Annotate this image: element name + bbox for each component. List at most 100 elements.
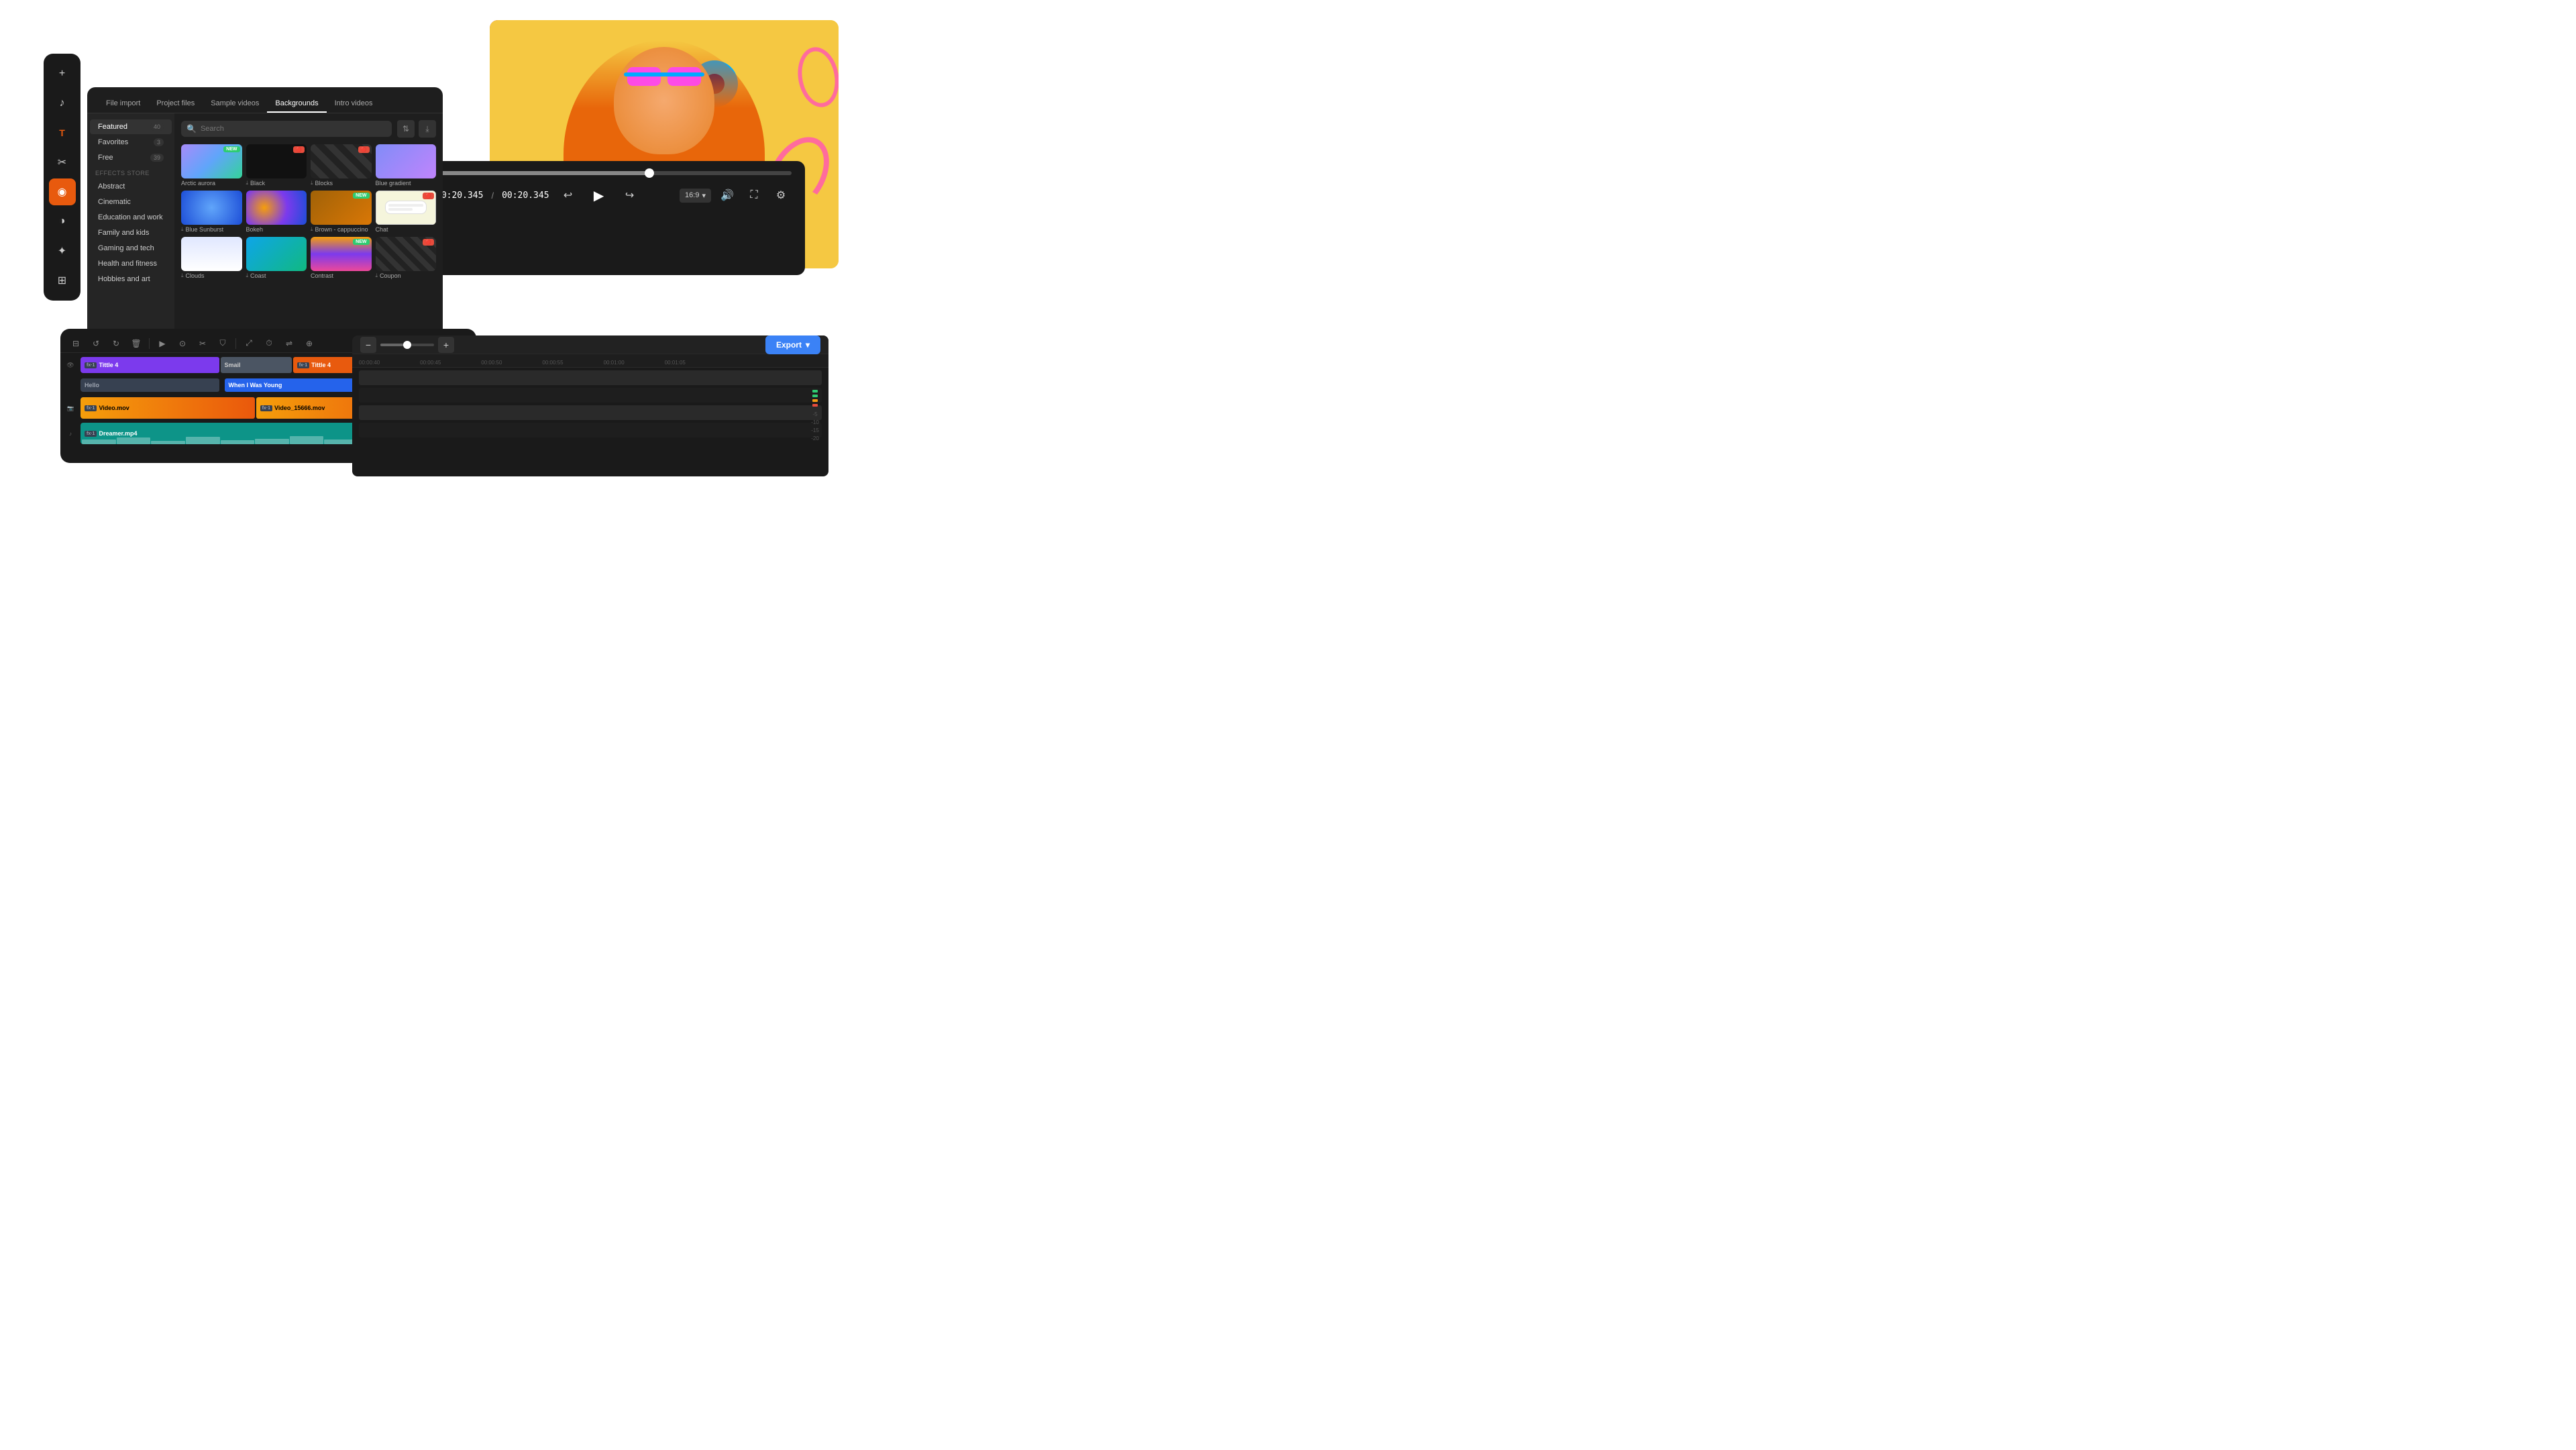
search-input[interactable] xyxy=(201,125,386,133)
grid-button[interactable]: ⊞ xyxy=(49,267,76,294)
category-gaming[interactable]: Gaming and tech xyxy=(90,241,172,256)
bg-item-bokeh-thumb[interactable] xyxy=(246,191,307,225)
bg-item-brown[interactable]: NEW ⤓ Brown - cappuccino xyxy=(311,191,372,233)
bg-item-clouds[interactable]: ⤓ Clouds xyxy=(181,237,242,279)
bg-item-chat[interactable]: 🔴 Chat xyxy=(376,191,437,233)
video-progress-bar[interactable] xyxy=(436,171,792,175)
bg-item-arctic-thumb[interactable]: NEW xyxy=(181,144,242,178)
category-featured[interactable]: Featured 40 xyxy=(90,119,172,134)
tl-play-button[interactable]: ▶ xyxy=(155,336,170,351)
tl-shield-button[interactable]: ⛉ xyxy=(215,336,230,351)
bg-item-contrast[interactable]: NEW Contrast xyxy=(311,237,372,279)
main-track-2[interactable] xyxy=(359,388,822,403)
aspect-ratio-button[interactable]: 16:9 ▾ xyxy=(680,189,711,203)
main-track-4[interactable] xyxy=(359,423,822,437)
bg-item-blocks[interactable]: 🔴 ⤓ Blocks xyxy=(311,144,372,187)
category-favorites[interactable]: Favorites 3 xyxy=(90,135,172,150)
category-family[interactable]: Family and kids xyxy=(90,225,172,240)
main-track-3[interactable] xyxy=(359,405,822,420)
brush-button[interactable]: ◉ xyxy=(49,178,76,205)
magic-button[interactable]: ✦ xyxy=(49,238,76,264)
tab-project-files[interactable]: Project files xyxy=(148,95,203,113)
clip-title-4-1[interactable]: fx·1 Tittle 4 xyxy=(80,357,219,373)
timeline-ruler: 00:00:40 00:00:45 00:00:50 00:00:55 00:0… xyxy=(352,354,828,368)
rewind-icon: ↩ xyxy=(564,189,572,202)
fullscreen-button[interactable]: ⛶ xyxy=(743,185,765,206)
tab-intro-videos[interactable]: Intro videos xyxy=(327,95,381,113)
effects-button[interactable]: ✂ xyxy=(49,149,76,176)
bg-item-blue-gradient[interactable]: Blue gradient xyxy=(376,144,437,187)
category-abstract[interactable]: Abstract xyxy=(90,179,172,194)
bg-item-coupon-thumb[interactable]: 🔴 xyxy=(376,237,437,271)
volume-button[interactable]: 🔊 xyxy=(716,185,738,206)
play-button[interactable]: ▶ xyxy=(587,183,611,207)
text-button[interactable]: T xyxy=(49,119,76,146)
track-3-eye-icon[interactable]: 📷 xyxy=(67,405,74,411)
tl-loop-button[interactable]: ⊙ xyxy=(175,336,190,351)
bg-item-black-thumb[interactable]: 🔴 xyxy=(246,144,307,178)
bg-item-coast-thumb[interactable] xyxy=(246,237,307,271)
tl-redo-button[interactable]: ↻ xyxy=(109,336,123,351)
search-input-wrap[interactable]: 🔍 xyxy=(181,121,392,137)
bg-item-blue-gradient-thumb[interactable] xyxy=(376,144,437,178)
zoom-out-button[interactable]: − xyxy=(360,337,376,353)
tl-filter-button[interactable]: ⊟ xyxy=(68,336,83,351)
tab-backgrounds[interactable]: Backgrounds xyxy=(267,95,326,113)
bg-item-blue-sunburst-label: ⤓ Blue Sunburst xyxy=(181,226,242,233)
category-cinematic[interactable]: Cinematic xyxy=(90,195,172,209)
tl-clock2-button[interactable]: ⏱ xyxy=(262,336,276,351)
vol-meter-1 xyxy=(812,390,818,393)
sort-button[interactable]: ⇅ xyxy=(397,120,415,138)
category-health[interactable]: Health and fitness xyxy=(90,256,172,271)
tl-separator-2 xyxy=(235,338,236,349)
bg-item-chat-label: Chat xyxy=(376,226,437,233)
clip-hello[interactable]: Hello xyxy=(80,378,219,392)
clip-smail[interactable]: Smail xyxy=(221,357,292,373)
tl-resize-button[interactable]: ⤢ xyxy=(241,336,256,351)
main-track-1[interactable] xyxy=(359,370,822,385)
video-progress-thumb[interactable] xyxy=(645,168,654,178)
tl-delete-button[interactable]: 🗑 xyxy=(129,336,144,351)
export-button[interactable]: Export ▾ xyxy=(765,335,820,354)
bg-item-blue-sunburst-thumb[interactable] xyxy=(181,191,242,225)
download-button[interactable]: ⤓ xyxy=(419,120,436,138)
bg-item-bokeh[interactable]: Bokeh xyxy=(246,191,307,233)
tab-sample-videos[interactable]: Sample videos xyxy=(203,95,267,113)
track-1-eye-icon[interactable]: 👁 xyxy=(66,362,74,369)
tl-link-button[interactable]: ⇌ xyxy=(282,336,297,351)
forward-button[interactable]: ↪ xyxy=(619,185,641,206)
category-featured-label: Featured xyxy=(98,123,127,131)
bg-item-chat-thumb[interactable]: 🔴 xyxy=(376,191,437,225)
music-button[interactable]: ♪ xyxy=(49,90,76,117)
vol-label-3: -15 xyxy=(811,427,819,433)
zoom-in-button[interactable]: + xyxy=(438,337,454,353)
bg-item-clouds-thumb[interactable] xyxy=(181,237,242,271)
settings-button[interactable]: ⚙ xyxy=(770,185,792,206)
bg-item-blocks-thumb[interactable]: 🔴 xyxy=(311,144,372,178)
rewind-button[interactable]: ↩ xyxy=(557,185,579,206)
tl-cut-button[interactable]: ✂ xyxy=(195,336,210,351)
tab-file-import[interactable]: File import xyxy=(98,95,148,113)
bg-item-blue-sunburst[interactable]: ⤓ Blue Sunburst xyxy=(181,191,242,233)
bg-item-arctic-label: Arctic aurora xyxy=(181,180,242,187)
zoom-thumb[interactable] xyxy=(403,341,411,349)
category-free[interactable]: Free 39 xyxy=(90,150,172,165)
clip-video-mov-1[interactable]: fx·1 Video.mov xyxy=(80,397,255,419)
bg-item-contrast-label: Contrast xyxy=(311,272,372,279)
bg-item-coast[interactable]: ⤓ Coast xyxy=(246,237,307,279)
bg-item-brown-thumb[interactable]: NEW xyxy=(311,191,372,225)
track-4-icon[interactable]: ♪ xyxy=(69,431,72,437)
tl-merge-button[interactable]: ⊕ xyxy=(302,336,317,351)
play-icon-tl: ▶ xyxy=(159,339,165,348)
video-controls: 00:20.345 / 00:20.345 ↩ ▶ ↪ 16:9 ▾ 🔊 ⛶ ⚙ xyxy=(436,183,792,207)
bg-item-black[interactable]: 🔴 ⤓ Black xyxy=(246,144,307,187)
category-hobbies[interactable]: Hobbies and art xyxy=(90,272,172,287)
zoom-slider[interactable] xyxy=(380,344,434,346)
tl-undo-button[interactable]: ↺ xyxy=(89,336,103,351)
bg-item-arctic[interactable]: NEW Arctic aurora xyxy=(181,144,242,187)
category-education[interactable]: Education and work xyxy=(90,210,172,225)
add-button[interactable]: + xyxy=(49,60,76,87)
clock-button[interactable]: ◑ xyxy=(49,208,76,235)
bg-item-coupon[interactable]: 🔴 ⤓ Coupon xyxy=(376,237,437,279)
bg-item-contrast-thumb[interactable]: NEW xyxy=(311,237,372,271)
